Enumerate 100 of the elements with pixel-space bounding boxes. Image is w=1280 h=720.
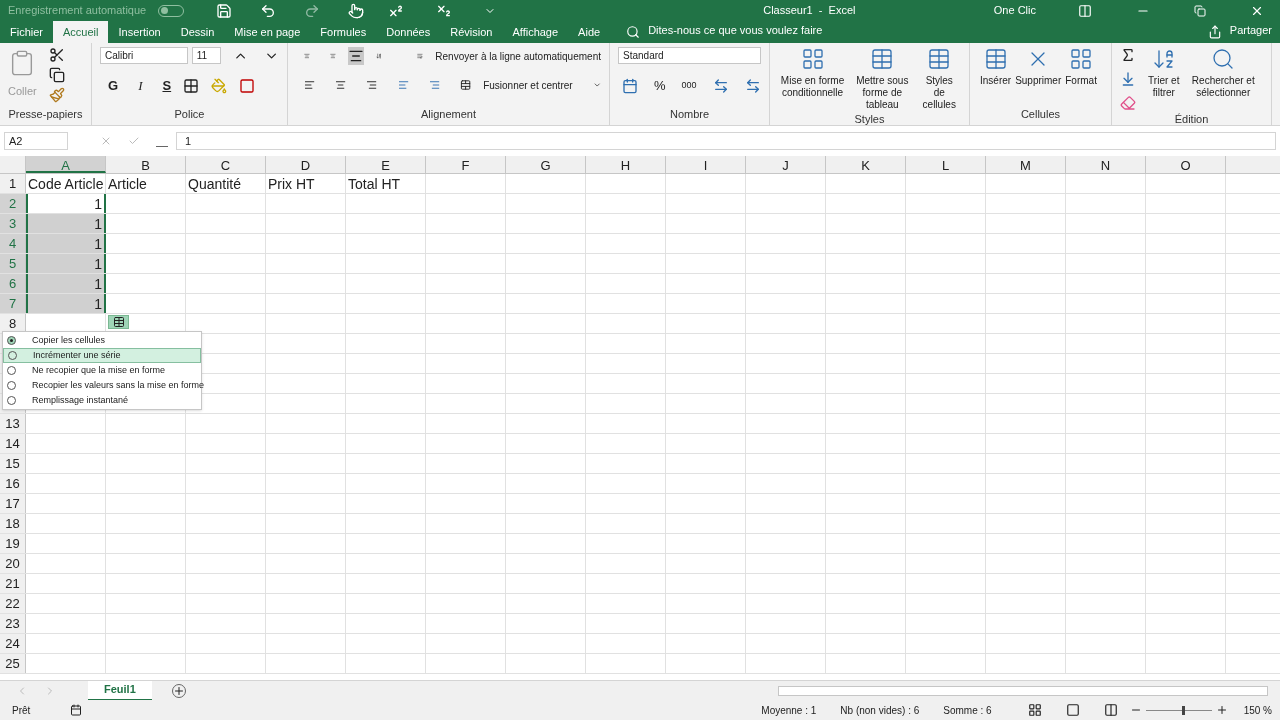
underline-button[interactable]: S [162, 76, 172, 96]
radio-button[interactable] [7, 336, 16, 345]
horizontal-scrollbar[interactable] [778, 685, 1268, 696]
column-header[interactable]: D [266, 156, 346, 173]
editing-button[interactable]: Rechercher et sélectionner [1183, 47, 1263, 99]
decimal-icon[interactable] [744, 77, 761, 94]
cell-value[interactable]: Prix HT [266, 174, 346, 193]
style-button[interactable]: Mise en forme conditionnelle [778, 47, 848, 99]
column-header[interactable]: E [346, 156, 426, 173]
column-header[interactable]: C [186, 156, 266, 173]
wrap-text-button[interactable]: Renvoyer à la ligne automatiquement [435, 48, 601, 64]
menu-option[interactable]: Remplissage instantané [3, 393, 201, 408]
autosum-icon[interactable] [1120, 47, 1136, 63]
row-header[interactable]: 25 [0, 654, 26, 673]
decimal-icon[interactable] [712, 77, 729, 94]
column-header[interactable]: N [1066, 156, 1146, 173]
cell-value[interactable]: Total HT [346, 174, 426, 193]
normal-view-icon[interactable] [1027, 703, 1042, 717]
row-header[interactable]: 6 [0, 274, 26, 293]
row-header[interactable]: 5 [0, 254, 26, 273]
percent-button[interactable]: % [654, 76, 666, 96]
row-header[interactable]: 14 [0, 434, 26, 453]
row-header[interactable]: 13 [0, 414, 26, 433]
auto-fill-options-button[interactable] [108, 315, 129, 329]
row-header[interactable]: 21 [0, 574, 26, 593]
row-header[interactable]: 16 [0, 474, 26, 493]
row-header[interactable]: 3 [0, 214, 26, 233]
cell-value[interactable]: 1 [26, 274, 106, 293]
cell-value[interactable]: Quantité [186, 174, 266, 193]
fill-icon[interactable] [1120, 71, 1136, 87]
sheet-tab[interactable]: Feuil1 [88, 680, 152, 701]
row-header[interactable]: 1 [0, 174, 26, 193]
merge-center-button[interactable]: Fusionner et centrer [483, 77, 573, 93]
cells-button[interactable]: Insérer [978, 47, 1014, 87]
number-format-field[interactable]: Standard [618, 47, 761, 64]
menu-option[interactable]: Ne recopier que la mise en forme [3, 363, 201, 378]
row-header[interactable]: 20 [0, 554, 26, 573]
merge-icon[interactable] [459, 77, 472, 93]
row-header[interactable]: 8 [0, 314, 26, 333]
name-box[interactable]: A2 [4, 132, 68, 150]
font-size-field[interactable]: 11 [191, 47, 221, 64]
eraser-icon[interactable] [1120, 95, 1136, 111]
column-header[interactable]: G [506, 156, 586, 173]
fill-color-icon[interactable] [211, 77, 228, 94]
ribbon-tab[interactable]: Insertion [108, 21, 171, 43]
column-header[interactable]: O [1146, 156, 1226, 173]
ribbon-display-icon[interactable] [1078, 3, 1092, 18]
align-bottom-button[interactable] [347, 47, 364, 65]
undo-icon[interactable] [260, 2, 277, 19]
column-header[interactable]: K [826, 156, 906, 173]
row-header[interactable]: 4 [0, 234, 26, 253]
thousands-button[interactable]: 000 [681, 79, 697, 93]
cells-button[interactable]: Supprimer [1013, 47, 1064, 87]
row-header[interactable]: 15 [0, 454, 26, 473]
ribbon-tab[interactable]: Affichage [502, 21, 569, 43]
zoom-in-icon[interactable] [1215, 704, 1228, 716]
font-name-field[interactable]: Calibri [100, 47, 188, 64]
style-button[interactable]: Styles de cellules [917, 47, 961, 111]
cell-value[interactable]: 1 [26, 294, 106, 313]
ribbon-tab[interactable]: Mise en page [224, 21, 311, 43]
save-icon[interactable] [216, 2, 233, 19]
column-header[interactable]: L [906, 156, 986, 173]
zoom-thumb[interactable] [1181, 705, 1185, 715]
row-header[interactable]: 7 [0, 294, 26, 313]
cell-value[interactable]: 1 [26, 234, 106, 253]
cut-icon[interactable] [48, 47, 65, 63]
cell-value[interactable]: 1 [26, 254, 106, 273]
page-layout-icon[interactable] [1065, 703, 1080, 717]
ribbon-tab[interactable]: Fichier [0, 21, 53, 43]
row-header[interactable]: 24 [0, 634, 26, 653]
ribbon-tab[interactable]: Révision [440, 21, 503, 43]
italic-button[interactable]: I [138, 76, 143, 96]
ribbon-tab[interactable]: Dessin [170, 21, 225, 43]
ribbon-tab[interactable]: Accueil [53, 21, 109, 43]
editing-button[interactable]: Trier et filtrer [1144, 47, 1184, 99]
ribbon-tab[interactable]: Aide [568, 21, 611, 43]
macro-icon[interactable] [70, 704, 83, 716]
row-header[interactable]: 23 [0, 614, 26, 633]
row-header[interactable]: 18 [0, 514, 26, 533]
touch-icon[interactable] [348, 2, 365, 19]
borders-icon[interactable] [183, 77, 200, 94]
page-break-icon[interactable] [1103, 703, 1118, 717]
cells-button[interactable]: Format [1063, 47, 1099, 87]
column-header[interactable]: F [426, 156, 506, 173]
tell-me-field[interactable]: Dites-nous ce que vous voulez faire [648, 21, 823, 38]
menu-option[interactable]: Copier les cellules [3, 333, 201, 348]
column-header[interactable]: A [26, 156, 106, 173]
restore-icon[interactable] [1194, 4, 1206, 17]
row-header[interactable]: 19 [0, 534, 26, 553]
row-header[interactable]: 2 [0, 194, 26, 213]
bold-button[interactable]: G [108, 76, 119, 96]
cell-value[interactable]: Code Article [26, 174, 106, 193]
column-header[interactable]: H [586, 156, 666, 173]
column-header[interactable]: B [106, 156, 186, 173]
style-button[interactable]: Mettre sous forme de tableau [847, 47, 918, 111]
copy-icon[interactable] [48, 67, 65, 83]
row-header[interactable]: 22 [0, 594, 26, 613]
ribbon-tab[interactable]: Données [376, 21, 441, 43]
formula-field[interactable]: 1 [176, 132, 1276, 150]
column-header[interactable]: J [746, 156, 826, 173]
